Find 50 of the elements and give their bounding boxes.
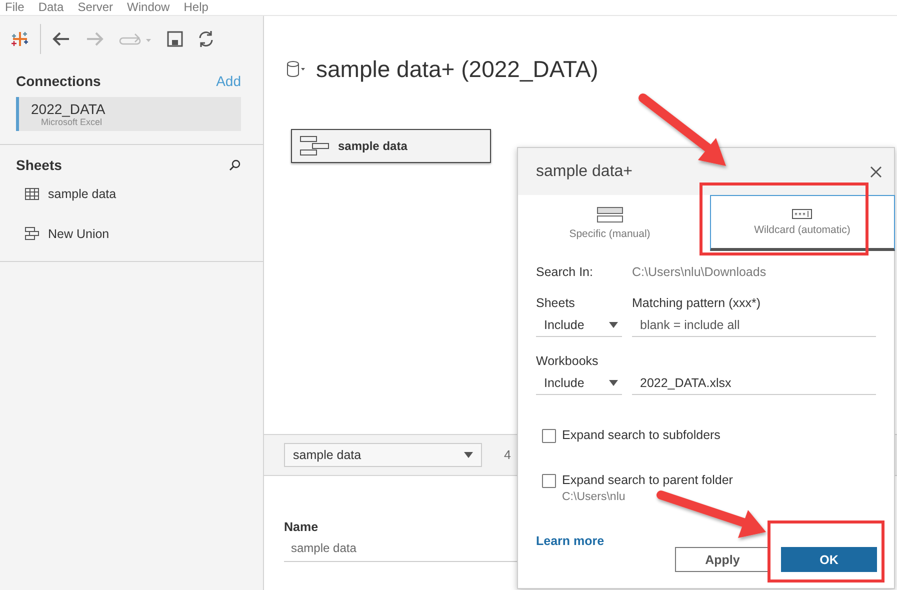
- menu-item[interactable]: Window: [127, 0, 170, 15]
- include-dropdown[interactable]: Include: [536, 314, 622, 336]
- include-dropdown[interactable]: Include: [536, 372, 622, 394]
- row-count: 4: [504, 448, 511, 462]
- folder-path: C:\Users\nlu\Downloads: [632, 265, 766, 279]
- connection-name: 2022_DATA: [31, 101, 106, 117]
- caret-icon: [464, 452, 473, 458]
- apply-button[interactable]: Apply: [675, 547, 770, 572]
- checkbox[interactable]: [542, 429, 556, 443]
- table-icon: [25, 188, 39, 200]
- section-title: Sheets: [16, 157, 62, 173]
- back-arrow-icon[interactable]: [51, 30, 71, 46]
- field-label: Sheets: [536, 296, 576, 310]
- checkbox-label: Expand search to parent folder: [562, 473, 733, 487]
- union-icon: [25, 227, 39, 241]
- menu-item[interactable]: Server: [78, 0, 114, 15]
- menu-item[interactable]: Data: [38, 0, 64, 15]
- checkbox[interactable]: [542, 474, 556, 488]
- union-icon: [300, 136, 330, 156]
- data-source-title[interactable]: sample data+ (2022_DATA): [316, 56, 598, 82]
- close-icon[interactable]: [870, 166, 882, 178]
- search-icon[interactable]: [229, 159, 241, 171]
- menu-item[interactable]: File: [5, 0, 24, 15]
- field-label: Matching pattern (xxx*): [632, 296, 761, 310]
- sheet-item[interactable]: New Union: [48, 227, 110, 241]
- field-label: Search In:: [536, 265, 594, 279]
- list-icon: [596, 206, 623, 222]
- caret-icon: [609, 380, 618, 386]
- checkbox-label: Expand search to subfolders: [562, 428, 720, 442]
- save-icon[interactable]: [167, 30, 183, 46]
- ok-button[interactable]: OK: [781, 547, 877, 572]
- menu-item[interactable]: Help: [184, 0, 208, 15]
- refresh-icon[interactable]: [197, 30, 215, 48]
- field-label: Name: [284, 520, 318, 534]
- folder-path: C:\Users\nlu: [562, 491, 626, 503]
- section-title: Connections: [16, 73, 101, 89]
- table-name: sample data: [338, 139, 408, 153]
- field-label: Workbooks: [536, 354, 600, 368]
- mode-tab[interactable]: Wildcard (automatic): [710, 195, 895, 251]
- connection-type: Microsoft Excel: [40, 117, 104, 127]
- caret-icon: [609, 322, 618, 328]
- canvas-table[interactable]: sample data: [291, 129, 491, 163]
- connection-item[interactable]: 2022_DATA Microsoft Excel: [16, 97, 241, 131]
- database-icon[interactable]: [286, 60, 306, 78]
- learn-more-link[interactable]: Learn more: [536, 534, 604, 548]
- sheet-item[interactable]: sample data: [48, 187, 116, 201]
- mode-tab[interactable]: Specific (manual): [518, 195, 702, 251]
- dialog-title: sample data+: [536, 162, 633, 180]
- table-select[interactable]: sample data: [284, 443, 482, 467]
- wildcard-field-icon: [792, 208, 812, 218]
